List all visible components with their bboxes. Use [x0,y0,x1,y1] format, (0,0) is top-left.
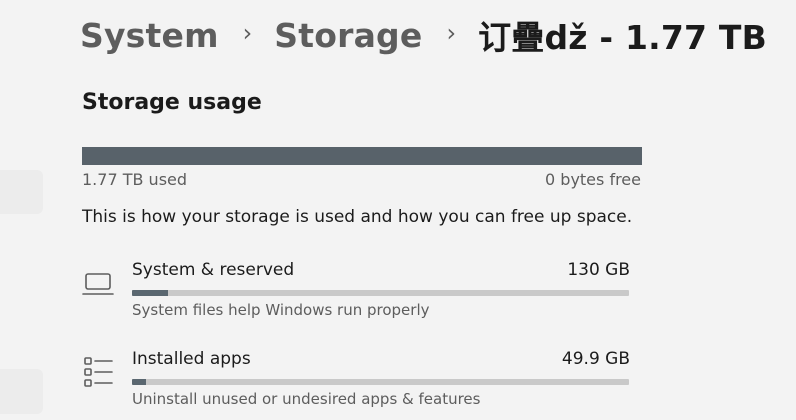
category-system-reserved[interactable]: System & reserved 130 GB System files he… [82,258,630,319]
category-name: Installed apps [132,349,251,369]
sidebar-item[interactable] [0,170,43,214]
category-subtitle: System files help Windows run properly [132,301,430,319]
chevron-right-icon: › [242,19,253,47]
laptop-icon [82,273,114,295]
chevron-right-icon: › [446,19,457,47]
category-installed-apps[interactable]: Installed apps 49.9 GB Uninstall unused … [82,347,630,408]
total-usage-bar [82,147,642,165]
breadcrumb: System › Storage › 订疊dž - 1.77 TB [80,12,767,58]
storage-description: This is how your storage is used and how… [82,207,633,227]
category-name: System & reserved [132,260,295,280]
apps-list-icon [84,357,113,387]
used-label: 1.77 TB used [82,170,188,189]
breadcrumb-drive: 订疊dž - 1.77 TB [478,18,767,57]
category-usage-fill [132,290,168,296]
breadcrumb-system[interactable]: System [80,16,219,55]
storage-usage-title: Storage usage [82,90,262,115]
free-label: 0 bytes free [545,170,641,189]
category-size: 130 GB [567,260,630,280]
category-usage-fill [132,379,146,385]
category-usage-bar [132,290,629,296]
total-usage-fill [82,147,642,165]
category-usage-bar [132,379,629,385]
sidebar-item[interactable] [0,369,43,414]
category-size: 49.9 GB [561,349,630,369]
category-subtitle: Uninstall unused or undesired apps & fea… [132,390,481,408]
breadcrumb-storage[interactable]: Storage [274,16,422,55]
